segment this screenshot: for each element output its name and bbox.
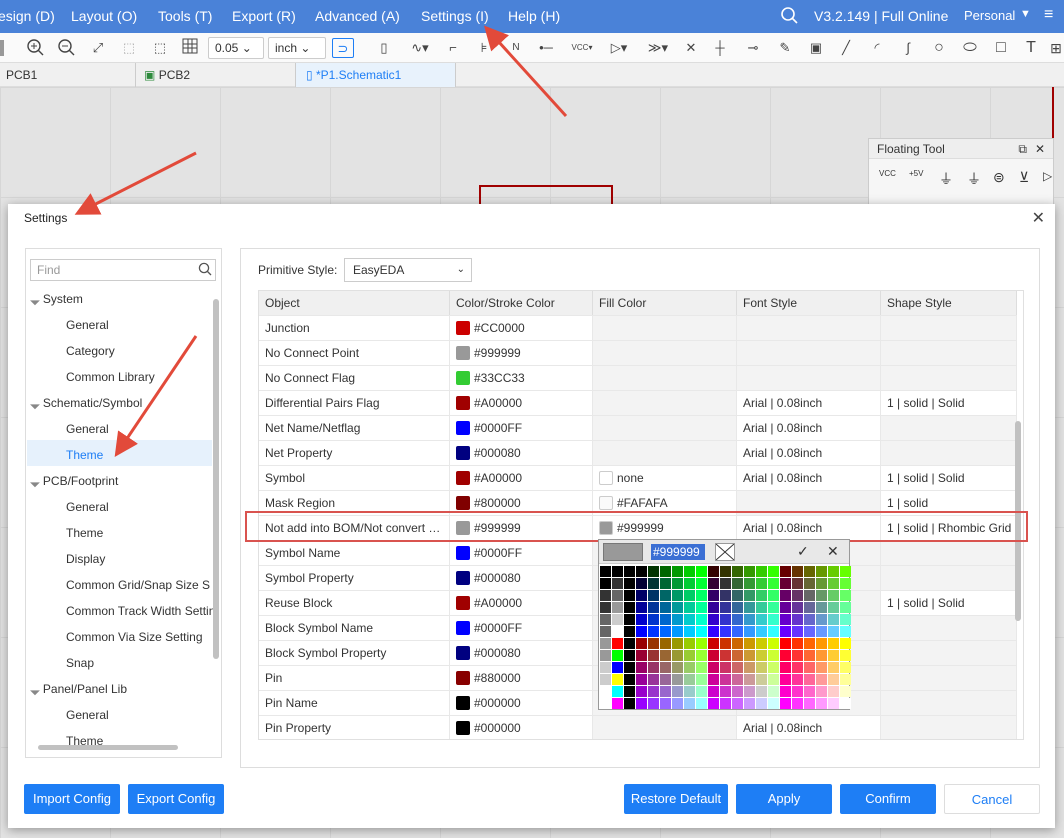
arrow-to-dialog-title	[74, 151, 197, 215]
arrow-to-settings-menu	[483, 25, 568, 118]
arrow-to-theme-item	[114, 335, 198, 457]
annotation-arrows	[74, 25, 568, 457]
